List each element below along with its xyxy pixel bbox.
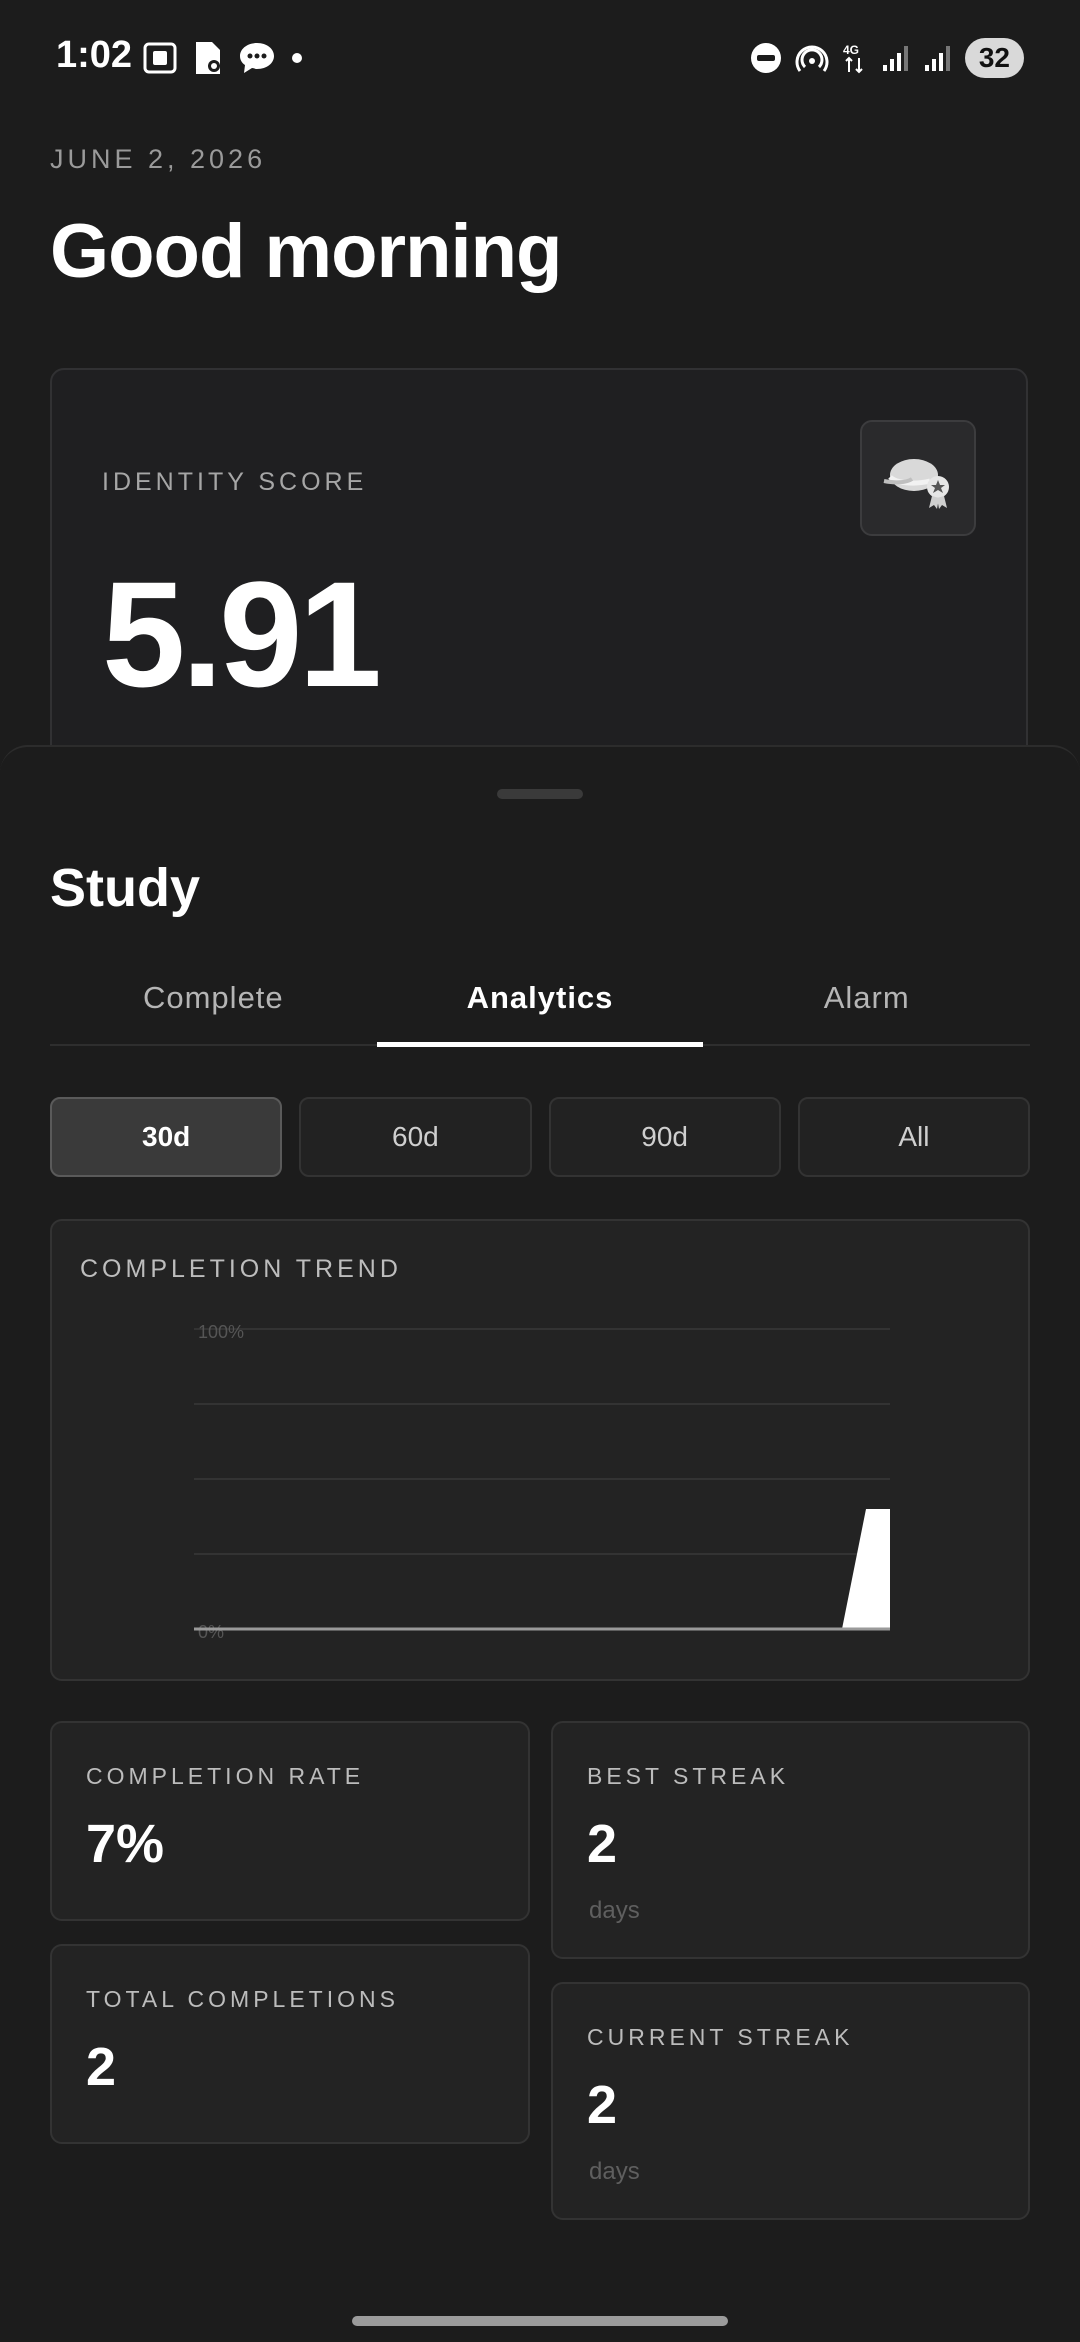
total-completions-value: 2 [86,2037,117,2097]
dot-icon [292,53,302,63]
greeting-title: Good morning [50,209,562,294]
cap-badge-icon [883,459,949,509]
status-time: 1:02 [56,34,133,76]
tab-bar: Complete Analytics Alarm [50,952,1030,1047]
range-90d-button[interactable]: 90d [548,1097,781,1177]
tab-analytics[interactable]: Analytics [376,952,704,1047]
sheet-title: Study [50,858,201,918]
do-not-disturb-icon [750,43,781,73]
completion-rate-label: COMPLETION RATE [86,1763,365,1789]
battery-indicator: 32 [964,38,1024,78]
chart-y-tick-label: 0% [198,1622,224,1642]
range-30d-button[interactable]: 30d [50,1097,283,1177]
total-completions-card: TOTAL COMPLETIONS 2 [50,1944,530,2144]
study-sheet: Study Complete Analytics Alarm 30d 60d 9… [0,745,1080,2342]
home-indicator[interactable] [352,2316,728,2326]
date-label: JUNE 2, 2026 [50,144,267,174]
range-all-button[interactable]: All [797,1097,1030,1177]
completion-trend-chart: 100% 0% [194,1322,890,1642]
completion-trend-card: COMPLETION TREND 100% 0% [50,1219,1030,1681]
status-system-icons: 4G 32 [749,38,1024,78]
current-streak-card: CURRENT STREAK 2 days [551,1982,1030,2220]
screenshot-icon [143,42,177,74]
best-streak-label: BEST STREAK [587,1763,790,1789]
completion-rate-value: 7% [86,1814,165,1874]
signal-strength-2-icon [924,46,950,71]
message-icon [240,43,274,73]
document-settings-icon [196,42,220,74]
identity-score-label: IDENTITY SCORE [102,468,368,496]
identity-score-card: IDENTITY SCORE 5.91 [50,368,1028,788]
range-60d-button[interactable]: 60d [299,1097,532,1177]
best-streak-unit: days [589,1897,640,1924]
best-streak-card: BEST STREAK 2 days [551,1721,1030,1959]
chart-y-tick-label: 100% [198,1322,244,1342]
completion-rate-card: COMPLETION RATE 7% [50,1721,530,1921]
sheet-drag-handle[interactable] [497,789,583,799]
tab-complete[interactable]: Complete [50,952,377,1044]
current-streak-label: CURRENT STREAK [587,2024,854,2050]
total-completions-label: TOTAL COMPLETIONS [86,1986,399,2012]
identity-score-value: 5.91 [102,550,382,718]
signal-strength-icon [882,46,908,71]
chart-area-series [194,1509,890,1629]
status-bar: 1:02 4G 32 [0,0,1080,110]
network-4g-icon: 4G [843,43,863,74]
hotspot-icon [795,45,829,72]
current-streak-unit: days [589,2158,640,2185]
badge-button[interactable] [860,420,976,536]
svg-text:4G: 4G [843,43,859,57]
current-streak-value: 2 [587,2075,618,2135]
status-notification-icons [142,40,304,76]
range-selector: 30d 60d 90d All [50,1097,1030,1177]
tab-alarm[interactable]: Alarm [703,952,1030,1044]
best-streak-value: 2 [587,1814,618,1874]
